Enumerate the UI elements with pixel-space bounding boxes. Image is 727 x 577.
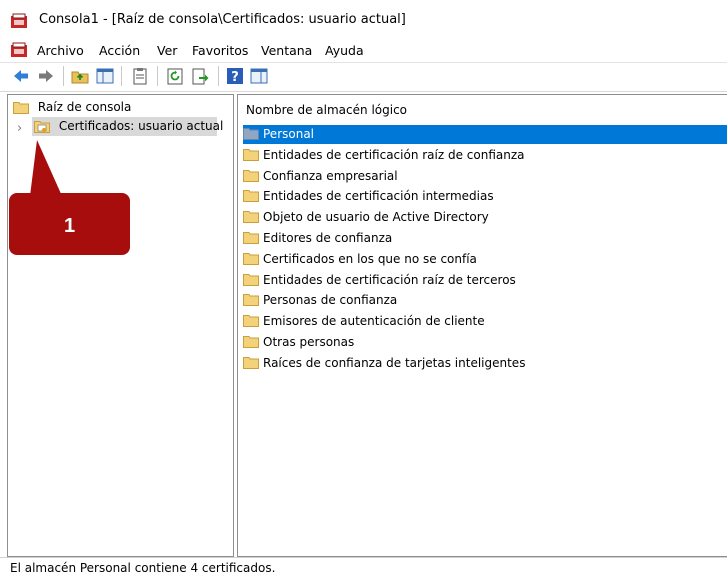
toolbar-separator	[121, 66, 122, 86]
folder-icon	[243, 148, 259, 161]
list-item-label: Personal	[263, 127, 315, 141]
list-item-label: Emisores de autenticación de cliente	[263, 314, 485, 329]
list-item-label: Personas de confianza	[263, 293, 398, 308]
list-item-label: Confianza empresarial	[263, 168, 398, 183]
folder-icon	[243, 273, 259, 286]
toolbar-separator	[157, 66, 158, 86]
folder-icon	[243, 232, 259, 244]
tree-item-certificates[interactable]: Certificados: usuario actual	[32, 117, 223, 136]
up-folder-icon[interactable]	[71, 67, 89, 85]
list-item[interactable]: Personal	[243, 125, 727, 144]
list-item-label: Editores de confianza	[263, 231, 393, 245]
folder-icon	[243, 315, 259, 328]
callout-badge: 1	[9, 193, 130, 255]
tree-item-root[interactable]: Raíz de consola	[13, 100, 131, 114]
copy-icon[interactable]	[131, 67, 149, 85]
tree-item-label: Raíz de consola	[37, 100, 132, 114]
tree-item-label: Certificados: usuario actual	[58, 119, 224, 133]
svg-text:?: ?	[231, 70, 239, 85]
forward-icon[interactable]	[37, 67, 55, 85]
list-item-label: Entidades de certificación raíz de terce…	[263, 272, 516, 287]
folder-icon	[243, 294, 259, 307]
menu-favoritos[interactable]: Favoritos	[192, 43, 248, 58]
list-item[interactable]: Raíces de confianza de tarjetas intelige…	[243, 354, 727, 373]
folder-icon	[243, 252, 259, 265]
list-item[interactable]: Otras personas	[243, 333, 727, 352]
system-menu-icon[interactable]	[10, 42, 28, 58]
back-icon[interactable]	[12, 67, 30, 85]
refresh-icon[interactable]	[166, 67, 184, 85]
list-item[interactable]: Emisores de autenticación de cliente	[243, 312, 727, 331]
menu-ventana[interactable]: Ventana	[261, 43, 312, 58]
menu-archivo[interactable]: Archivo	[37, 43, 84, 58]
column-header-store-name[interactable]: Nombre de almacén lógico	[246, 103, 407, 117]
callout-number: 1	[63, 215, 76, 237]
folder-icon	[243, 356, 259, 369]
list-item[interactable]: Confianza empresarial	[243, 167, 727, 186]
list-item-label: Certificados en los que no se confía	[263, 251, 477, 266]
list-item-label: Entidades de certificación intermedias	[263, 189, 494, 204]
mmc-console-icon	[11, 13, 27, 28]
list-item[interactable]: Certificados en los que no se confía	[243, 250, 727, 269]
expand-chevron-icon[interactable]: ›	[17, 121, 22, 136]
help-icon[interactable]: ?	[226, 67, 244, 85]
list-item-label: Objeto de usuario de Active Directory	[263, 210, 489, 225]
folder-icon	[243, 190, 259, 203]
folder-icon	[243, 336, 259, 348]
folder-icon	[243, 128, 259, 140]
menu-ver[interactable]: Ver	[157, 43, 177, 58]
list-item[interactable]: Entidades de certificación raíz de terce…	[243, 271, 727, 290]
list-item[interactable]: Entidades de certificación raíz de confi…	[243, 146, 727, 165]
status-text: El almacén Personal contiene 4 certifica…	[10, 561, 276, 575]
folder-icon	[13, 102, 29, 114]
list-item[interactable]: Editores de confianza	[243, 229, 727, 248]
list-item[interactable]: Entidades de certificación intermedias	[243, 187, 727, 206]
list-item-label: Entidades de certificación raíz de confi…	[263, 147, 525, 162]
folder-icon	[243, 169, 259, 182]
window-title: Consola1 - [Raíz de consola\Certificados…	[39, 12, 406, 27]
callout-pointer	[30, 140, 62, 196]
list-item[interactable]: Personas de confianza	[243, 291, 727, 310]
list-item-label: Raíces de confianza de tarjetas intelige…	[263, 355, 526, 370]
toolbar-separator	[218, 66, 219, 86]
properties-icon[interactable]	[250, 67, 268, 85]
certificate-store-icon	[34, 121, 50, 133]
list-item-label: Otras personas	[263, 335, 355, 349]
folder-icon	[243, 211, 259, 224]
list-item[interactable]: Objeto de usuario de Active Directory	[243, 208, 727, 227]
toolbar-separator	[63, 66, 64, 86]
show-hide-tree-icon[interactable]	[96, 67, 114, 85]
menu-ayuda[interactable]: Ayuda	[325, 43, 364, 58]
menu-accion[interactable]: Acción	[99, 43, 140, 58]
export-icon[interactable]	[191, 67, 209, 85]
